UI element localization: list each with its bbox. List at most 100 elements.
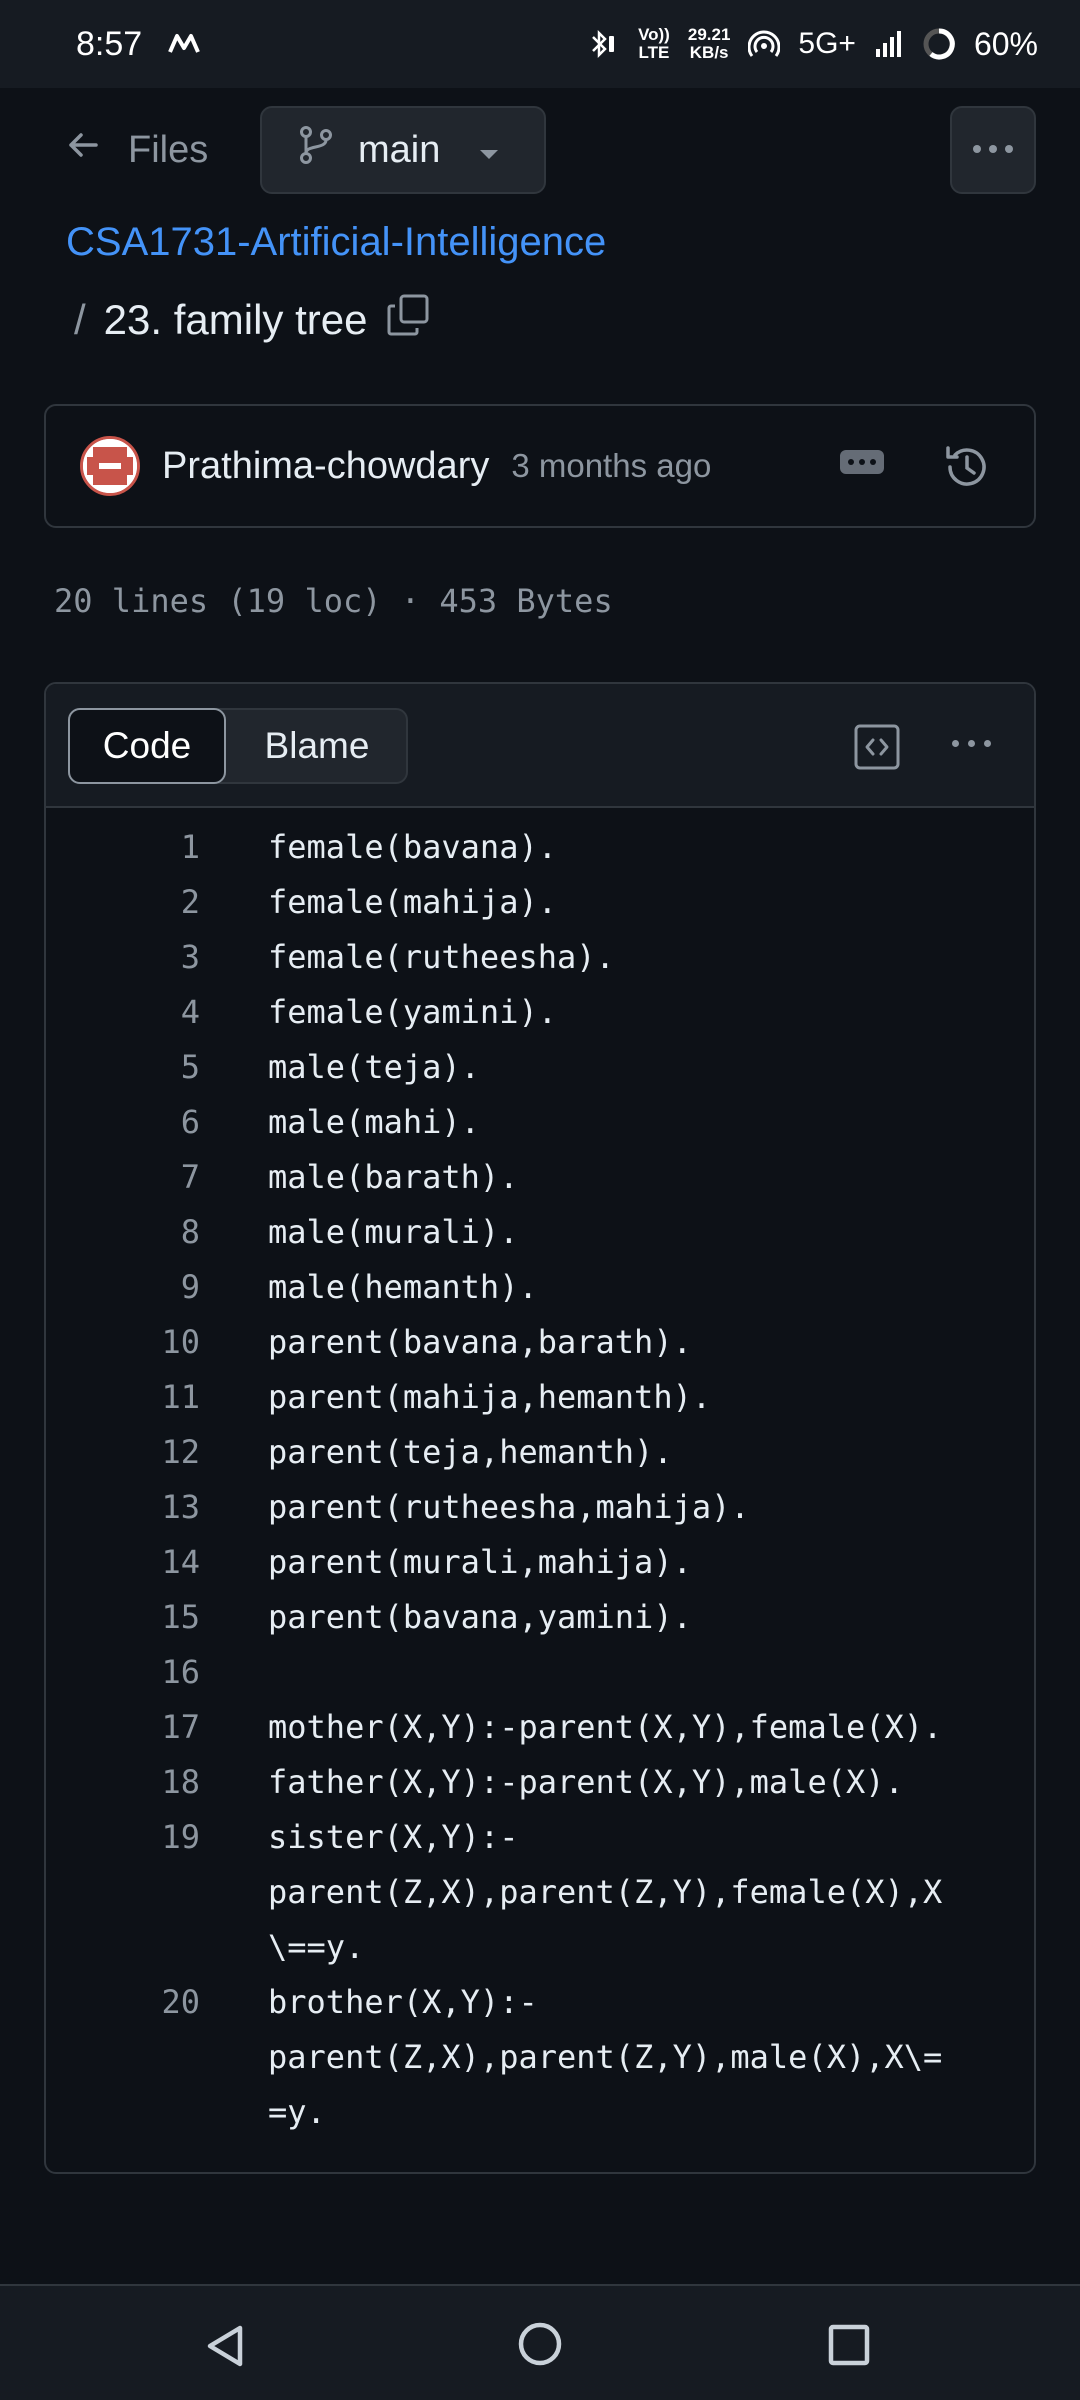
battery-ring-icon: [922, 27, 956, 61]
line-number[interactable]: 7: [46, 1150, 200, 1205]
status-bar: 8:57 Vo)) LTE 29.21 KB/s 5G+ 60%: [0, 0, 1080, 88]
system-nav-bar: [0, 2284, 1080, 2400]
code-viewer: Code Blame 1 female(bavana). 2 female(mahij…: [44, 682, 1036, 2174]
tab-code[interactable]: Code: [68, 708, 226, 784]
commit-message-toggle-icon[interactable]: [840, 450, 884, 474]
line-number[interactable]: 2: [46, 875, 200, 930]
kebab-horizontal-icon: [971, 141, 1015, 159]
line-content: male(murali).: [268, 1213, 519, 1251]
status-time: 8:57: [76, 24, 143, 63]
code-line: 3 female(rutheesha).: [46, 930, 1034, 985]
line-content: parent(bavana,barath).: [268, 1323, 692, 1361]
nav-back-icon[interactable]: [202, 2322, 250, 2375]
code-line: 10 parent(bavana,barath).: [46, 1315, 1034, 1370]
network-speed: 29.21 KB/s: [687, 25, 731, 62]
line-number[interactable]: 3: [46, 930, 200, 985]
top-nav: Files main: [0, 88, 1080, 212]
arrow-left-icon: [66, 128, 100, 172]
code-line: 11 parent(mahija,hemanth).: [46, 1370, 1034, 1425]
commit-time: 3 months ago: [511, 447, 712, 484]
line-content: father(X,Y):-parent(X,Y),male(X).: [268, 1763, 904, 1801]
back-label: Files: [128, 128, 209, 171]
line-number[interactable]: 9: [46, 1260, 200, 1315]
line-number[interactable]: 20: [46, 1975, 200, 2140]
hotspot-icon: [748, 28, 781, 60]
line-number[interactable]: 6: [46, 1095, 200, 1150]
nav-home-icon[interactable]: [516, 2320, 564, 2373]
code-line: 2 female(mahija).: [46, 875, 1034, 930]
bluetooth-icon: [584, 26, 620, 62]
line-content: parent(mahija,hemanth).: [268, 1378, 712, 1416]
battery-percent: 60%: [973, 25, 1038, 62]
code-line: 15 parent(bavana,yamini).: [46, 1590, 1034, 1645]
branch-name: main: [358, 128, 441, 171]
caret-down-icon: [478, 129, 500, 172]
network-type: 5G+: [798, 27, 856, 60]
line-number[interactable]: 12: [46, 1425, 200, 1480]
code-line: 14 parent(murali,mahija).: [46, 1535, 1034, 1590]
line-number[interactable]: 17: [46, 1700, 200, 1755]
volte-indicator: Vo)) LTE: [638, 25, 670, 62]
code-line: 9 male(hemanth).: [46, 1260, 1034, 1315]
line-number[interactable]: 16: [46, 1645, 200, 1700]
commit-author[interactable]: Prathima-chowdary: [162, 445, 489, 488]
code-more-options-icon[interactable]: [952, 740, 991, 747]
line-content: mother(X,Y):-parent(X,Y),female(X).: [268, 1708, 943, 1746]
code-line: 8 male(murali).: [46, 1205, 1034, 1260]
tab-blame[interactable]: Blame: [226, 710, 408, 782]
code-square-icon[interactable]: [854, 724, 900, 775]
code-line: 1 female(bavana).: [46, 820, 1034, 875]
line-number[interactable]: 18: [46, 1755, 200, 1810]
code-line: 20 brother(X,Y):- parent(Z,X),parent(Z,Y)…: [46, 1975, 1034, 2140]
line-number[interactable]: 19: [46, 1810, 200, 1975]
code-toolbar: Code Blame: [46, 684, 1034, 808]
line-content: female(yamini).: [268, 993, 557, 1031]
line-content: [268, 1645, 968, 1700]
line-number[interactable]: 15: [46, 1590, 200, 1645]
signal-icon: [874, 29, 904, 59]
line-number[interactable]: 11: [46, 1370, 200, 1425]
line-content: parent(rutheesha,mahija).: [268, 1488, 750, 1526]
m-logo-icon: [168, 32, 201, 56]
line-content: female(rutheesha).: [268, 938, 615, 976]
line-content: male(barath).: [268, 1158, 519, 1196]
line-content: sister(X,Y):- parent(Z,X),parent(Z,Y),fe…: [268, 1818, 943, 1966]
code-line: 7 male(barath).: [46, 1150, 1034, 1205]
code-line: 13 parent(rutheesha,mahija).: [46, 1480, 1034, 1535]
file-name: 23. family tree: [103, 296, 368, 343]
copy-icon[interactable]: [385, 292, 431, 348]
line-number[interactable]: 5: [46, 1040, 200, 1095]
code-line: 6 male(mahi).: [46, 1095, 1034, 1150]
line-number[interactable]: 14: [46, 1535, 200, 1590]
repo-link[interactable]: CSA1731-Artificial-Intelligence: [66, 220, 606, 265]
more-options-button[interactable]: [950, 106, 1036, 194]
line-content: female(mahija).: [268, 883, 557, 921]
code-line: 17 mother(X,Y):-parent(X,Y),female(X).: [46, 1700, 1034, 1755]
line-content: male(mahi).: [268, 1103, 480, 1141]
code-line: 18 father(X,Y):-parent(X,Y),male(X).: [46, 1755, 1034, 1810]
line-content: male(teja).: [268, 1048, 480, 1086]
line-number[interactable]: 4: [46, 985, 200, 1040]
line-number[interactable]: 1: [46, 820, 200, 875]
view-mode-toggle: Code Blame: [68, 708, 408, 784]
avatar[interactable]: [80, 436, 140, 496]
code-lines: 1 female(bavana). 2 female(mahija). 3 female(…: [46, 808, 1034, 2140]
line-content: male(hemanth).: [268, 1268, 538, 1306]
git-branch-icon: [298, 125, 334, 175]
line-number[interactable]: 10: [46, 1315, 200, 1370]
code-line: 16: [46, 1645, 1034, 1700]
file-info: 20 lines (19 loc) · 453 Bytes: [54, 582, 613, 620]
line-content: parent(bavana,yamini).: [268, 1598, 692, 1636]
code-line: 12 parent(teja,hemanth).: [46, 1425, 1034, 1480]
latest-commit-card: Prathima-chowdary 3 months ago: [44, 404, 1036, 528]
code-line: 19 sister(X,Y):- parent(Z,X),parent(Z,Y),…: [46, 1810, 1034, 1975]
line-number[interactable]: 8: [46, 1205, 200, 1260]
history-icon[interactable]: [942, 442, 992, 497]
line-content: brother(X,Y):- parent(Z,X),parent(Z,Y),m…: [268, 1983, 943, 2131]
line-number[interactable]: 13: [46, 1480, 200, 1535]
branch-selector[interactable]: main: [260, 106, 546, 194]
back-to-files-button[interactable]: Files: [66, 128, 208, 172]
code-line: 5 male(teja).: [46, 1040, 1034, 1095]
nav-recents-icon[interactable]: [826, 2322, 872, 2373]
file-path: / 23. family tree: [74, 292, 431, 348]
